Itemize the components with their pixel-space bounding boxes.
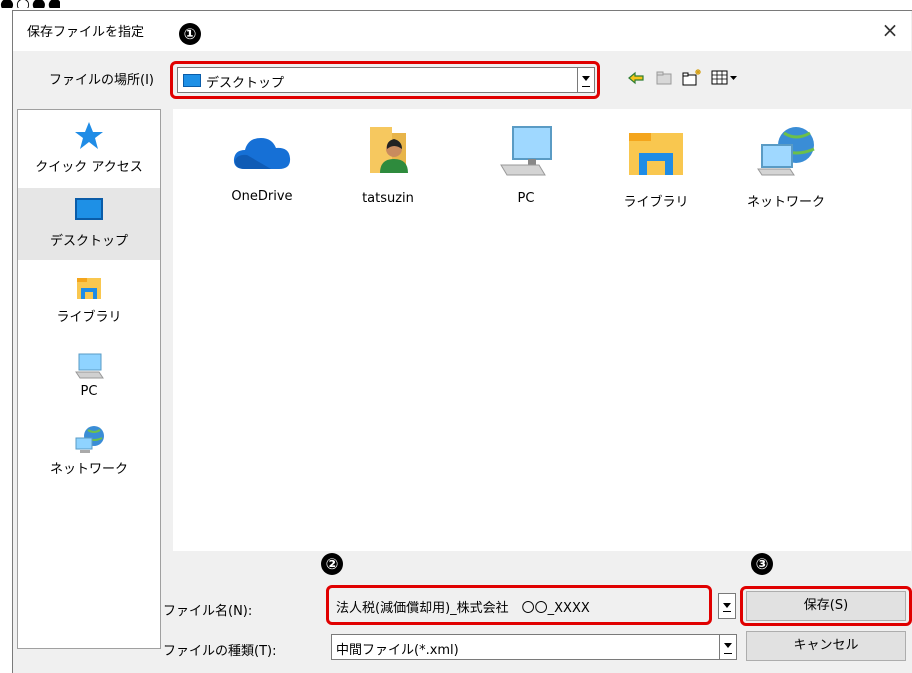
- sidebar-item-network[interactable]: ネットワーク: [18, 420, 160, 490]
- filename-textbox[interactable]: 法人税(減価償却用)_株式会社 〇〇_XXXX: [332, 593, 708, 619]
- annotation-badge-1: ①: [179, 23, 201, 45]
- pc-icon: [495, 123, 557, 179]
- sidebar-item-pc[interactable]: PC: [18, 346, 160, 412]
- filetype-dropdown[interactable]: 中間ファイル(*.xml): [331, 634, 737, 660]
- cancel-button-label: キャンセル: [793, 638, 859, 653]
- file-item-label: PC: [517, 191, 535, 206]
- clipped-annotation-text: ●○●●: [0, 0, 60, 8]
- sidebar-item-label: ネットワーク: [49, 462, 128, 477]
- star-icon: [73, 120, 105, 152]
- file-item-library[interactable]: ライブラリ: [601, 127, 711, 210]
- filetype-label: ファイルの種類(T):: [163, 644, 277, 659]
- dialog-title: 保存ファイルを指定: [27, 25, 145, 40]
- annotation-badge-2: ②: [321, 553, 343, 575]
- save-button-label: 保存(S): [803, 598, 849, 613]
- places-sidebar: クイック アクセス デスクトップ ライブラリ PC ネットワーク: [17, 109, 161, 649]
- filename-label: ファイル名(N):: [163, 604, 253, 619]
- save-button[interactable]: 保存(S): [746, 591, 906, 621]
- file-list-area: OneDrive tatsuzin PC ライブラリ ネットワーク: [173, 109, 911, 551]
- sidebar-item-library[interactable]: ライブラリ: [18, 268, 160, 338]
- network-icon: [754, 123, 818, 179]
- location-dropdown[interactable]: デスクトップ: [177, 67, 595, 93]
- cancel-button[interactable]: キャンセル: [746, 631, 906, 661]
- file-item-network[interactable]: ネットワーク: [731, 123, 841, 210]
- new-folder-icon[interactable]: [681, 67, 703, 87]
- library-icon: [625, 127, 687, 177]
- onedrive-icon: [231, 129, 293, 173]
- filename-input[interactable]: 法人税(減価償却用)_株式会社 〇〇_XXXX: [331, 592, 737, 619]
- filename-value: 法人税(減価償却用)_株式会社 〇〇_XXXX: [336, 601, 590, 616]
- annotation-badge-3: ③: [751, 553, 773, 575]
- location-dropdown-arrow[interactable]: [577, 68, 594, 92]
- filetype-value: 中間ファイル(*.xml): [336, 643, 459, 658]
- sidebar-item-label: PC: [80, 384, 98, 399]
- file-item-tatsuzin[interactable]: tatsuzin: [333, 123, 443, 206]
- desktop-icon: [75, 198, 103, 220]
- pc-icon: [73, 352, 105, 382]
- file-item-label: ライブラリ: [623, 195, 689, 210]
- file-item-pc[interactable]: PC: [471, 123, 581, 206]
- view-menu-icon[interactable]: [711, 69, 739, 87]
- location-value: デスクトップ: [206, 76, 285, 91]
- file-item-label: ネットワーク: [746, 195, 825, 210]
- back-icon[interactable]: [627, 69, 645, 87]
- sidebar-item-quick-access[interactable]: クイック アクセス: [18, 114, 160, 184]
- desktop-icon: [183, 74, 201, 87]
- sidebar-item-desktop[interactable]: デスクトップ: [18, 188, 160, 260]
- file-item-label: tatsuzin: [362, 191, 414, 206]
- library-icon: [75, 274, 103, 302]
- up-folder-icon[interactable]: [655, 69, 673, 87]
- file-item-onedrive[interactable]: OneDrive: [207, 129, 317, 204]
- file-item-label: OneDrive: [231, 189, 293, 204]
- filetype-dropdown-arrow[interactable]: [719, 635, 736, 659]
- location-label: ファイルの場所(I): [49, 73, 154, 88]
- filename-dropdown-arrow[interactable]: [718, 593, 736, 619]
- close-button[interactable]: ×: [877, 17, 903, 43]
- user-folder-icon: [366, 123, 410, 177]
- title-bar: 保存ファイルを指定 ×: [13, 11, 911, 51]
- sidebar-item-label: デスクトップ: [49, 234, 128, 249]
- sidebar-item-label: ライブラリ: [56, 310, 122, 325]
- network-icon: [72, 424, 106, 456]
- save-file-dialog: 保存ファイルを指定 × ① ファイルの場所(I) デスクトップ クイック アクセ…: [12, 10, 912, 673]
- sidebar-item-label: クイック アクセス: [35, 160, 143, 175]
